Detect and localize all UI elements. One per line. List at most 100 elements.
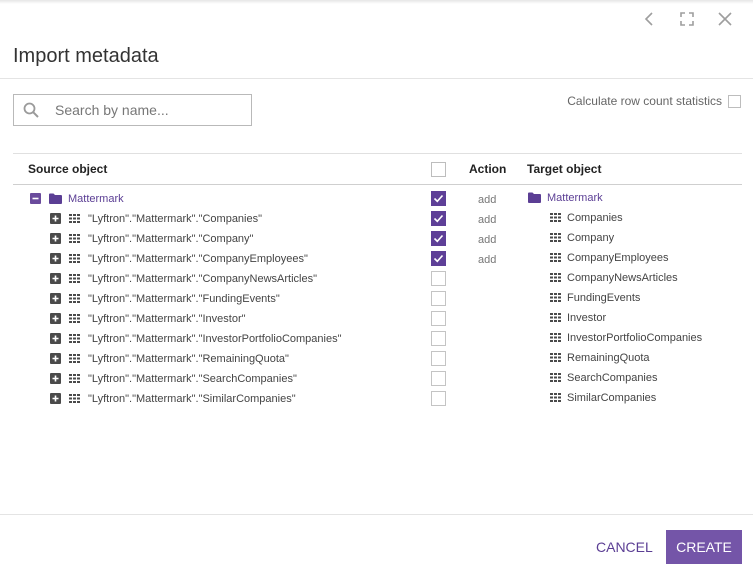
collapse-icon[interactable]	[30, 193, 41, 204]
target-object-label: CompanyEmployees	[567, 252, 669, 264]
table-icon	[550, 393, 561, 405]
header-action: Action	[469, 162, 507, 176]
source-object-label: "Lyftron"."Mattermark"."Companies"	[88, 213, 263, 225]
target-object-label: FundingEvents	[567, 292, 641, 304]
source-object-label: "Lyftron"."Mattermark"."RemainingQuota"	[88, 353, 289, 365]
footer-divider	[0, 514, 753, 515]
expand-icon[interactable]	[50, 273, 61, 284]
chevron-left-icon[interactable]	[639, 9, 659, 29]
source-root-label: Mattermark	[68, 193, 124, 205]
row-action: add	[478, 254, 497, 266]
table-icon	[550, 253, 561, 265]
table-row: "Lyftron"."Mattermark"."RemainingQuota" R…	[0, 350, 753, 370]
table-row: "Lyftron"."Mattermark"."CompanyEmployees…	[0, 250, 753, 270]
folder-icon	[528, 192, 541, 206]
table-icon	[69, 354, 80, 366]
table-icon	[550, 293, 561, 305]
expand-icon[interactable]	[50, 313, 61, 324]
select-all-checkbox[interactable]	[431, 162, 446, 177]
expand-icon[interactable]	[50, 333, 61, 344]
table-icon	[69, 294, 80, 306]
table-row: "Lyftron"."Mattermark"."Investor" Investo…	[0, 310, 753, 330]
table-icon	[69, 234, 80, 246]
source-object-label: "Lyftron"."Mattermark"."CompanyNewsArtic…	[88, 273, 318, 285]
row-checkbox[interactable]	[431, 391, 446, 406]
table-icon	[69, 314, 80, 326]
row-checkbox[interactable]	[431, 191, 446, 206]
table-icon	[69, 374, 80, 386]
expand-icon[interactable]	[50, 353, 61, 364]
row-action: add	[478, 214, 497, 226]
dialog-title: Import metadata	[13, 45, 159, 67]
target-object-label: Companies	[567, 212, 623, 224]
table-icon	[550, 333, 561, 345]
table-icon	[69, 334, 80, 346]
source-object-label: "Lyftron"."Mattermark"."SimilarCompanies…	[88, 393, 296, 405]
table-icon	[69, 254, 80, 266]
target-object-label: Investor	[567, 312, 607, 324]
window-controls	[639, 9, 735, 29]
row-checkbox[interactable]	[431, 311, 446, 326]
table-row: "Lyftron"."Mattermark"."CompanyNewsArtic…	[0, 270, 753, 290]
target-object-label: Company	[567, 232, 615, 244]
table-header-divider	[13, 184, 742, 185]
fullscreen-icon[interactable]	[677, 9, 697, 29]
target-object-label: InvestorPortfolioCompanies	[567, 332, 703, 344]
table-icon	[550, 313, 561, 325]
table-icon	[69, 394, 80, 406]
create-button[interactable]: CREATE	[666, 530, 742, 564]
source-object-label: "Lyftron"."Mattermark"."Investor"	[88, 313, 246, 325]
row-checkbox[interactable]	[431, 231, 446, 246]
source-object-label: "Lyftron"."Mattermark"."SearchCompanies"	[88, 373, 297, 385]
target-root-label: Mattermark	[547, 192, 603, 204]
source-object-label: "Lyftron"."Mattermark"."InvestorPortfoli…	[88, 333, 342, 345]
row-checkbox[interactable]	[431, 211, 446, 226]
table-row: "Lyftron"."Mattermark"."Companies" add Com…	[0, 210, 753, 230]
calc-row-count-checkbox[interactable]	[728, 94, 741, 108]
expand-icon[interactable]	[50, 393, 61, 404]
row-checkbox[interactable]	[431, 271, 446, 286]
row-checkbox[interactable]	[431, 371, 446, 386]
table-icon	[550, 373, 561, 385]
row-action: add	[478, 234, 497, 246]
row-checkbox[interactable]	[431, 351, 446, 366]
target-object-label: SimilarCompanies	[567, 392, 657, 404]
target-object-label: SearchCompanies	[567, 372, 658, 384]
expand-icon[interactable]	[50, 233, 61, 244]
table-icon	[550, 213, 561, 225]
close-icon[interactable]	[715, 9, 735, 29]
expand-icon[interactable]	[50, 373, 61, 384]
row-checkbox[interactable]	[431, 291, 446, 306]
calc-row-count-option: Calculate row count statistics	[567, 94, 741, 108]
row-checkbox[interactable]	[431, 251, 446, 266]
expand-icon[interactable]	[50, 293, 61, 304]
search-icon	[23, 102, 39, 118]
table-row-root: Mattermark add Mattermark	[0, 190, 753, 210]
table-icon	[69, 274, 80, 286]
expand-icon[interactable]	[50, 253, 61, 264]
table-icon	[550, 233, 561, 245]
source-object-label: "Lyftron"."Mattermark"."CompanyEmployees…	[88, 253, 308, 265]
header-divider	[0, 78, 753, 79]
target-object-label: RemainingQuota	[567, 352, 650, 364]
table-row: "Lyftron"."Mattermark"."InvestorPortfoli…	[0, 330, 753, 350]
source-object-label: "Lyftron"."Mattermark"."FundingEvents"	[88, 293, 280, 305]
search-box	[13, 94, 252, 126]
table-icon	[550, 273, 561, 285]
table-row: "Lyftron"."Mattermark"."FundingEvents" Fu…	[0, 290, 753, 310]
search-input[interactable]	[53, 101, 247, 119]
header-source-object: Source object	[28, 162, 108, 176]
header-target-object: Target object	[527, 162, 602, 176]
calc-row-count-label: Calculate row count statistics	[567, 94, 722, 108]
row-checkbox[interactable]	[431, 331, 446, 346]
table-row: "Lyftron"."Mattermark"."SearchCompanies"…	[0, 370, 753, 390]
expand-icon[interactable]	[50, 213, 61, 224]
cancel-button[interactable]: CANCEL	[588, 530, 661, 564]
row-action: add	[478, 194, 497, 206]
target-object-label: CompanyNewsArticles	[567, 272, 678, 284]
table-icon	[69, 214, 80, 226]
table-icon	[550, 353, 561, 365]
table-row: "Lyftron"."Mattermark"."SimilarCompanies…	[0, 390, 753, 410]
top-shadow	[0, 0, 753, 4]
import-metadata-dialog: Import metadata Calculate row count stat…	[0, 0, 753, 578]
